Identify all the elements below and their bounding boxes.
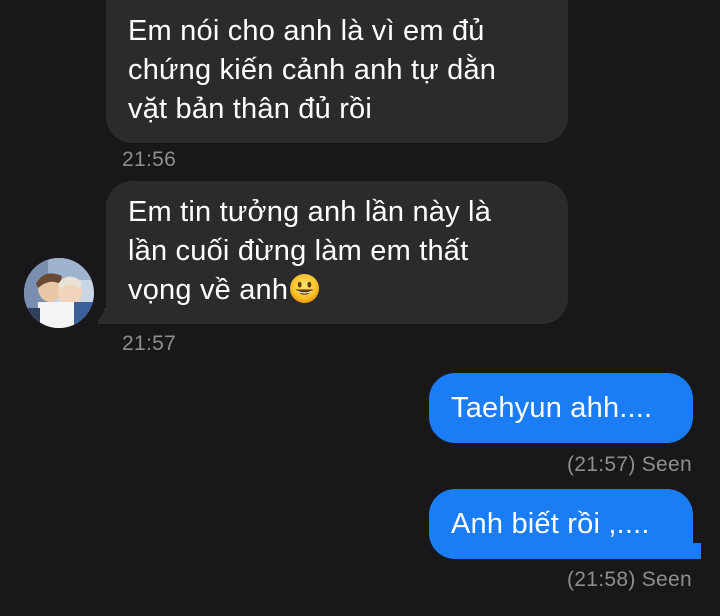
message-text-line: chứng kiến cảnh anh tự dằn xyxy=(128,54,497,86)
message-read-status: (21:57) Seen xyxy=(566,453,692,476)
incoming-message-bubble[interactable]: Em tin tưởng anh lần này là lần cuối đừn… xyxy=(106,181,568,324)
grinning-face-emoji-icon xyxy=(289,273,320,315)
message-text: Anh biết rồi ,.... xyxy=(451,508,650,540)
message-text-last-line: vọng về anh xyxy=(128,271,546,315)
outgoing-message-bubble[interactable]: Taehyun ahh.... xyxy=(429,373,693,443)
message-timestamp: 21:57 xyxy=(122,332,177,355)
message-text-line: Em nói cho anh là vì em đủ xyxy=(128,15,485,47)
bubble-tail xyxy=(685,543,701,559)
message-text-line: Em tin tưởng anh lần này là xyxy=(128,196,492,228)
bubble-tail-cutout xyxy=(701,535,720,557)
message-text-line: vặt bản thân đủ rồi xyxy=(128,93,373,125)
contact-avatar[interactable] xyxy=(24,258,94,328)
message-text-line: lần cuối đừng làm em thất xyxy=(128,235,469,267)
message-text-line: vọng về anh xyxy=(128,274,289,306)
message-text: Taehyun ahh.... xyxy=(451,392,653,424)
message-read-status: (21:58) Seen xyxy=(566,568,692,591)
outgoing-message-bubble[interactable]: Anh biết rồi ,.... xyxy=(429,489,693,559)
message-timestamp: 21:56 xyxy=(122,148,177,171)
incoming-message-bubble[interactable]: Em nói cho anh là vì em đủ chứng kiến cả… xyxy=(106,0,568,143)
